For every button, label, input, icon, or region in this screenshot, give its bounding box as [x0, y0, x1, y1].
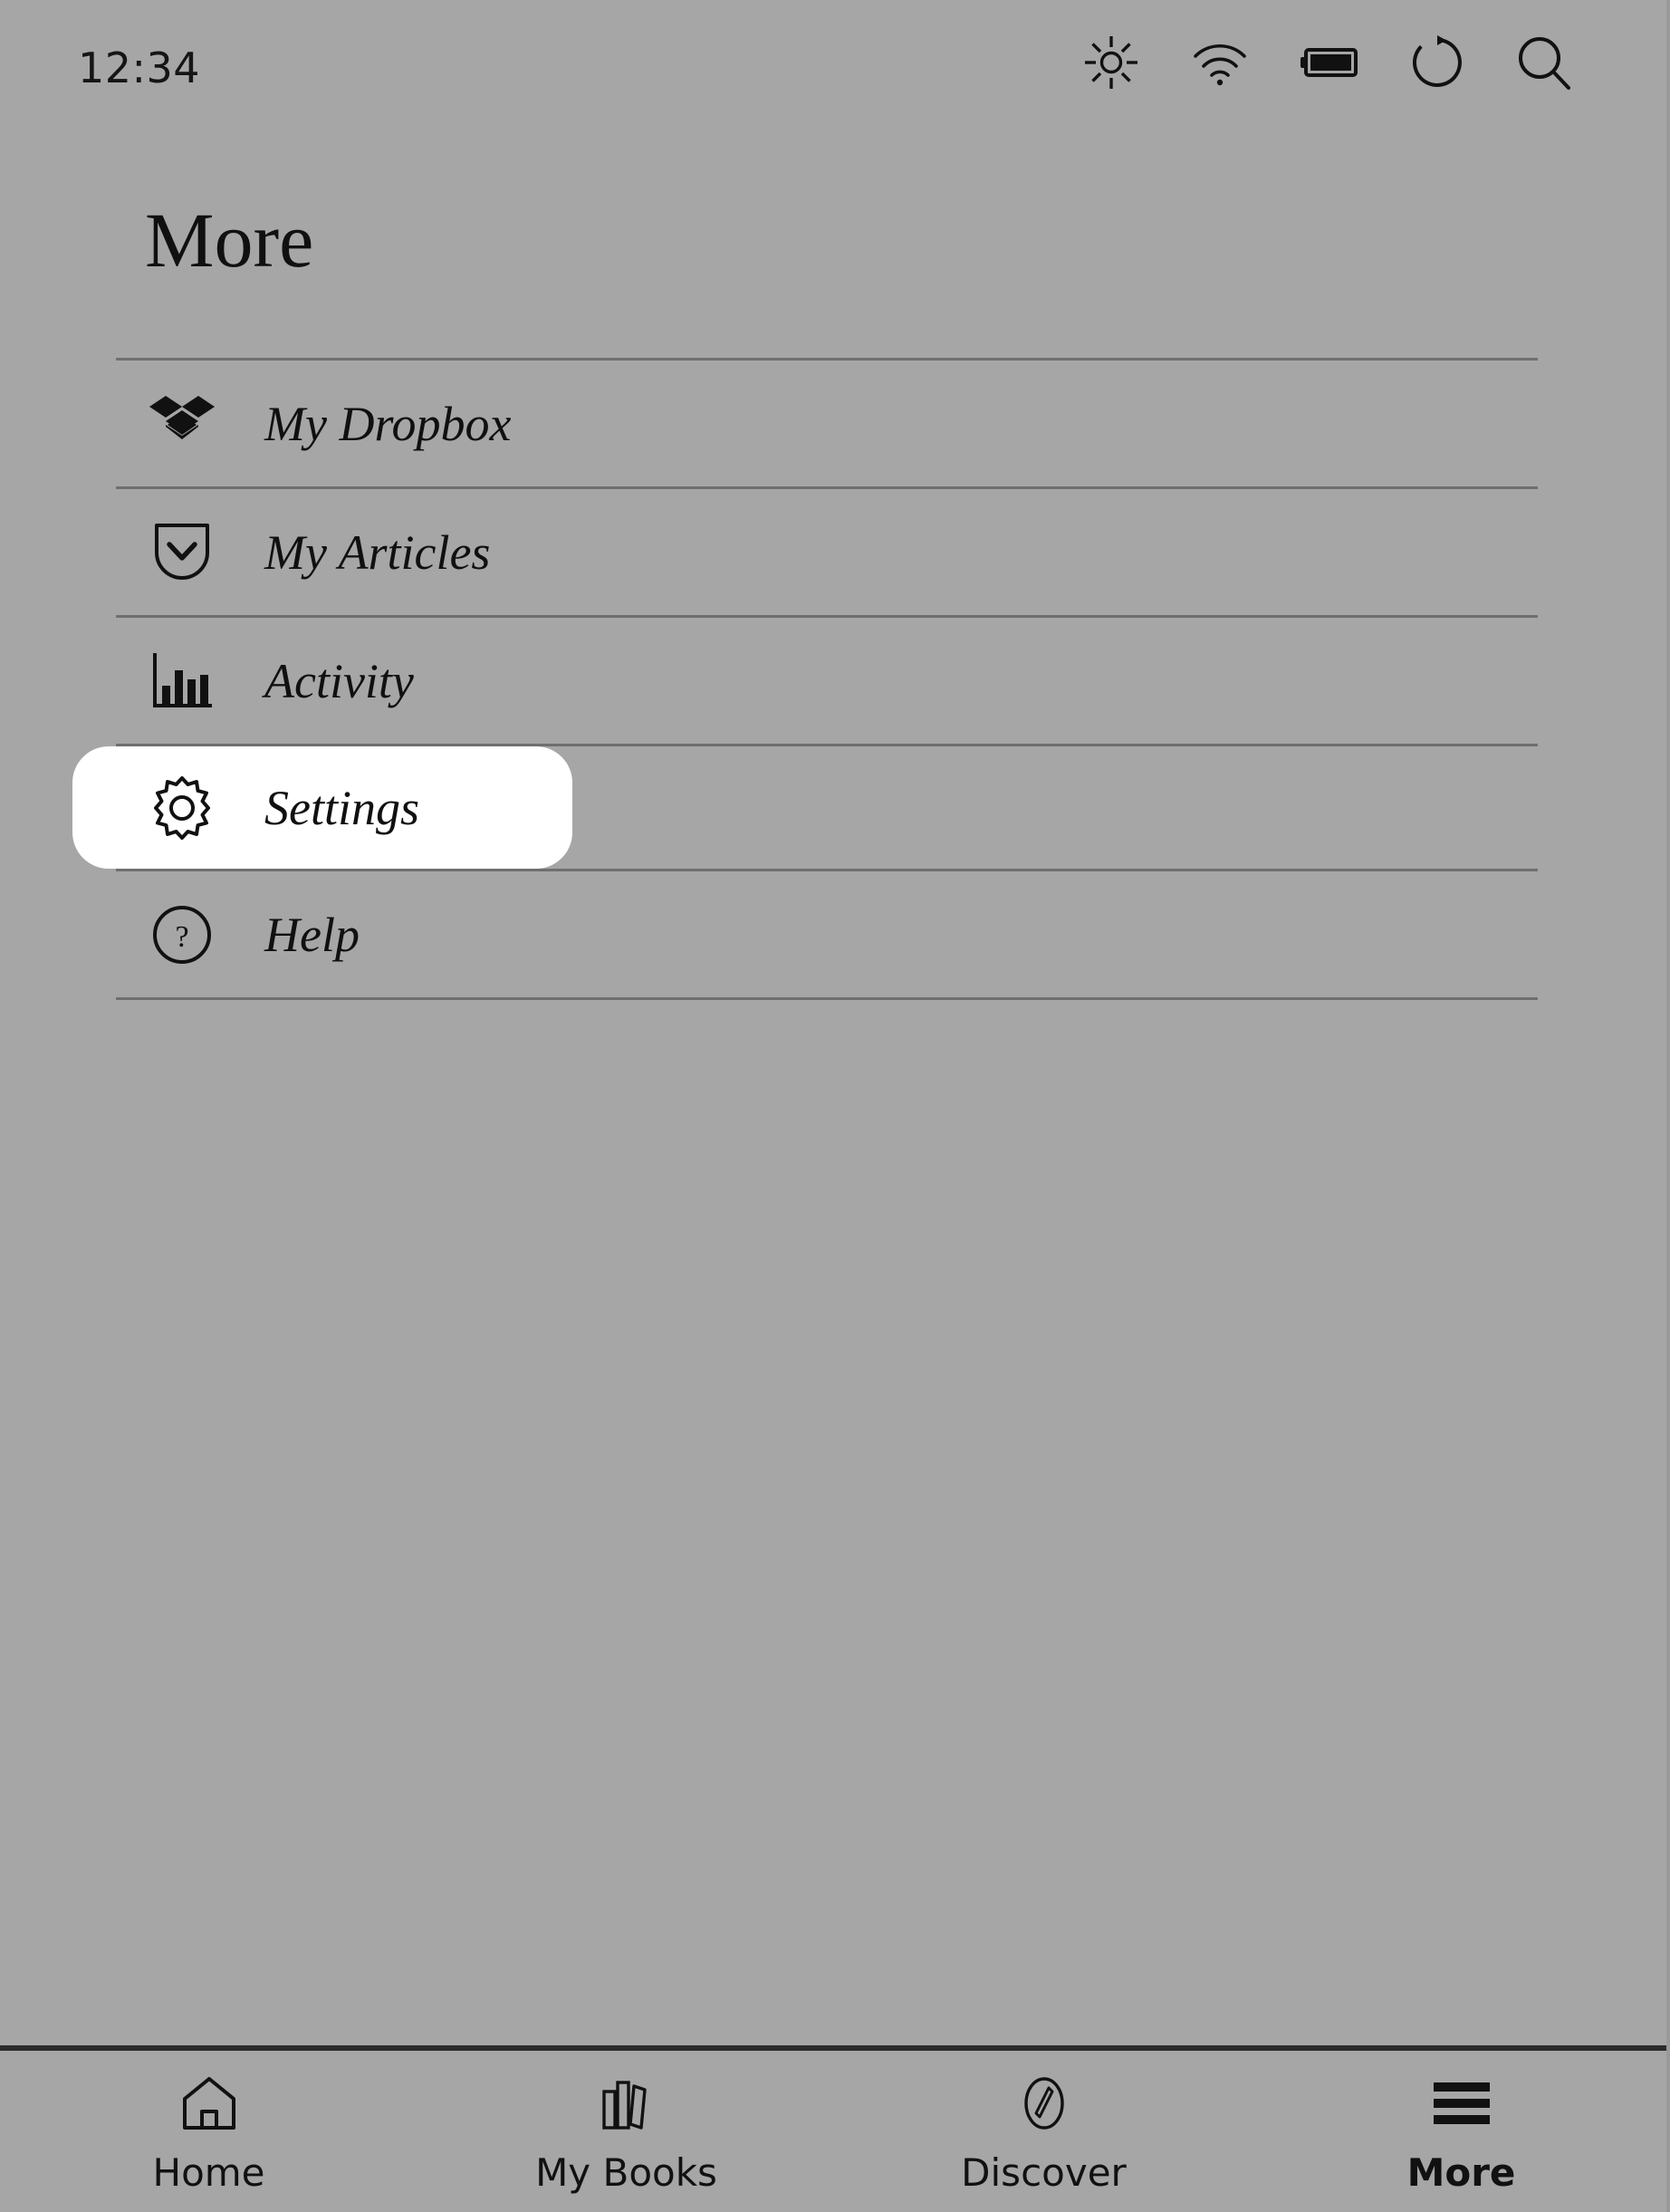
nav-item-label: My Books: [535, 2150, 717, 2195]
gear-icon: [143, 774, 221, 842]
status-bar: 12:34: [0, 0, 1670, 127]
nav-item-my-books[interactable]: My Books: [418, 2051, 835, 2212]
status-icon-group: [1083, 34, 1572, 95]
question-circle-icon: ?: [143, 903, 221, 967]
hamburger-icon: [1430, 2074, 1493, 2132]
bottom-navigation-bar: Home My Books Discover: [0, 2045, 1670, 2212]
more-menu-list: My Dropbox My Articles: [116, 358, 1538, 1000]
status-time: 12:34: [78, 43, 200, 92]
menu-item-label: My Dropbox: [264, 396, 511, 452]
battery-icon[interactable]: [1300, 46, 1358, 83]
menu-item-my-dropbox[interactable]: My Dropbox: [116, 361, 1538, 486]
nav-item-discover[interactable]: Discover: [835, 2051, 1252, 2212]
menu-item-label: Activity: [264, 653, 414, 709]
e-reader-screen: 12:34: [0, 0, 1670, 2212]
menu-item-help[interactable]: ? Help: [116, 871, 1538, 997]
dropbox-icon: [143, 394, 221, 454]
menu-item-my-articles[interactable]: My Articles: [116, 489, 1538, 615]
compass-icon: [1016, 2074, 1072, 2132]
menu-item-activity[interactable]: Activity: [116, 618, 1538, 744]
nav-item-label: Discover: [961, 2150, 1127, 2195]
nav-item-label: Home: [152, 2150, 264, 2195]
bar-chart-icon: [143, 649, 221, 713]
pocket-icon: [143, 520, 221, 585]
wifi-icon[interactable]: [1190, 39, 1250, 91]
home-icon: [179, 2074, 239, 2132]
divider: [116, 997, 1538, 1000]
menu-item-label: Help: [264, 907, 360, 963]
menu-item-settings[interactable]: Settings: [72, 746, 572, 869]
svg-text:?: ?: [175, 920, 188, 954]
search-icon[interactable]: [1516, 34, 1572, 95]
menu-item-label: Settings: [264, 780, 419, 836]
nav-item-home[interactable]: Home: [0, 2051, 418, 2212]
page-title: More: [145, 201, 313, 279]
sync-icon[interactable]: [1409, 34, 1465, 95]
nav-item-label: More: [1407, 2150, 1516, 2195]
books-icon: [597, 2074, 657, 2132]
nav-item-more[interactable]: More: [1252, 2051, 1670, 2212]
brightness-icon[interactable]: [1083, 34, 1139, 95]
menu-item-label: My Articles: [264, 524, 490, 581]
